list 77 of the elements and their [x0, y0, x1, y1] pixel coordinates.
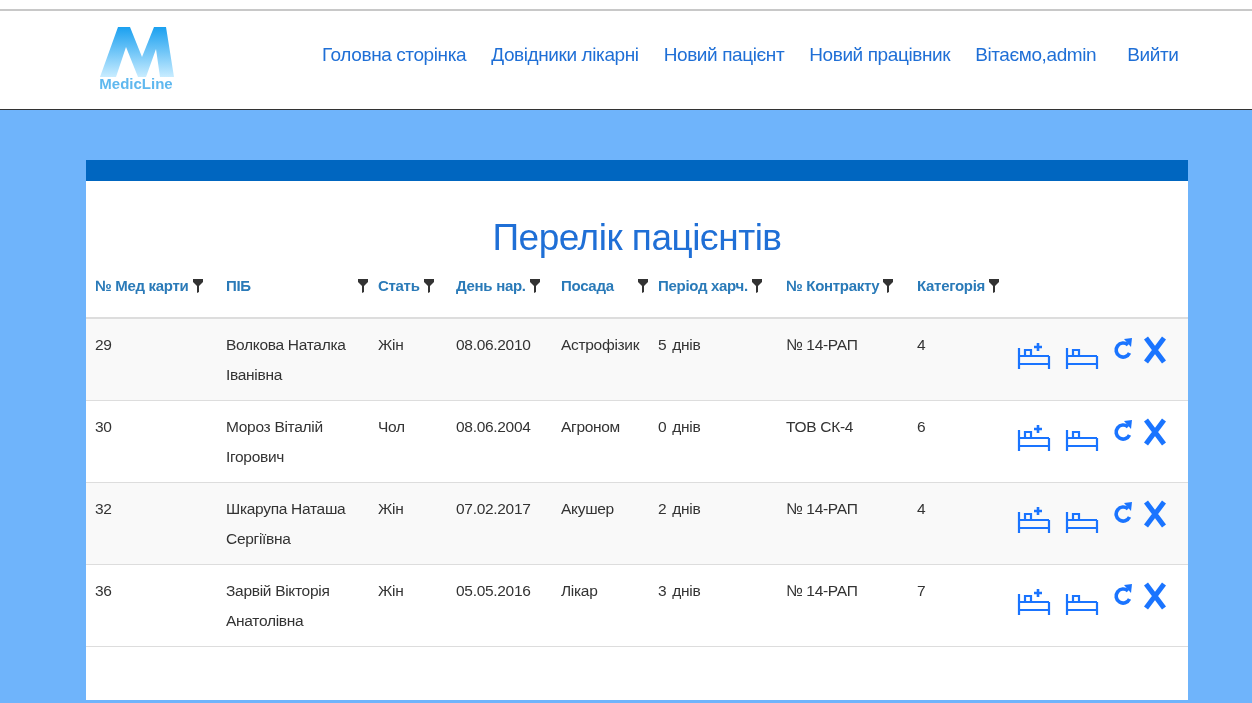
table-cell: 05.05.2016 [456, 582, 531, 599]
table-cell: 08.06.2010 [456, 336, 531, 353]
bed-icon[interactable] [1065, 346, 1099, 370]
table-cell: 0 [658, 418, 667, 435]
column-header[interactable]: № Контракту [786, 277, 880, 294]
table-cell: 4 [917, 336, 926, 353]
delete-icon[interactable] [1143, 418, 1167, 446]
bed-icon[interactable] [1065, 510, 1099, 534]
column-header[interactable]: Категорія [917, 277, 985, 294]
filter-icon[interactable] [883, 278, 894, 293]
table-cell: Мороз Віталій Ігорович [226, 418, 323, 465]
table-cell: 4 [917, 500, 926, 517]
nav-link[interactable]: Новий пацієнт [663, 44, 785, 66]
table-cell: № 14-РАП [786, 582, 858, 599]
table-cell: 7 [917, 582, 926, 599]
table-cell: Чол [378, 418, 405, 435]
table-cell: 36 [95, 582, 112, 599]
column-header[interactable]: Період харч. [658, 277, 748, 294]
table-cell: Жін [378, 336, 404, 353]
unit-label: днів [671, 336, 702, 353]
bed-icon[interactable] [1065, 428, 1099, 452]
table-cell: Лікар [561, 582, 598, 599]
filter-icon[interactable] [529, 278, 540, 293]
filter-icon[interactable] [358, 278, 368, 293]
refresh-icon[interactable] [1113, 500, 1133, 526]
table-cell: 2 [658, 500, 667, 517]
table-cell: 32 [95, 500, 112, 517]
filter-icon[interactable] [751, 278, 762, 293]
bed-plus-icon[interactable] [1017, 506, 1051, 534]
nav-link[interactable]: Головна сторінка [322, 44, 467, 66]
filter-icon[interactable] [192, 278, 203, 293]
table-cell: 07.02.2017 [456, 500, 531, 517]
page-title: Перелік пацієнтів [491, 217, 783, 259]
delete-icon[interactable] [1143, 582, 1167, 610]
bed-plus-icon[interactable] [1017, 588, 1051, 616]
table-cell: Акушер [561, 500, 614, 517]
column-header[interactable]: Стать [378, 277, 420, 294]
table-cell: № 14-РАП [786, 336, 858, 353]
table-cell: 3 [658, 582, 667, 599]
bed-plus-icon[interactable] [1017, 424, 1051, 452]
nav-link[interactable]: Вийти [1127, 44, 1179, 66]
filter-icon[interactable] [988, 278, 999, 293]
nav-link[interactable]: Вітаємо,admin [975, 44, 1097, 66]
unit-label: днів [671, 582, 702, 599]
refresh-icon[interactable] [1113, 582, 1133, 608]
table-cell: Зарвій Вікторія Анатолівна [226, 582, 330, 629]
refresh-icon[interactable] [1113, 418, 1133, 444]
filter-icon[interactable] [423, 278, 434, 293]
nav-link[interactable]: Новий працівник [809, 44, 951, 66]
column-header[interactable]: Посада [561, 277, 614, 294]
table-cell: Астрофізик [561, 336, 640, 353]
column-header[interactable]: ПІБ [226, 277, 251, 294]
logo-text: MedicLine [99, 75, 173, 92]
delete-icon[interactable] [1143, 336, 1167, 364]
unit-label: днів [671, 500, 702, 517]
table-cell: ТОВ СК-4 [786, 418, 854, 435]
table-cell: Агроном [561, 418, 620, 435]
table-cell: Волкова Наталка Іванівна [226, 336, 346, 383]
unit-label: днів [671, 418, 702, 435]
column-header[interactable]: № Мед карти [95, 277, 189, 294]
nav-link[interactable]: Довідники лікарні [491, 44, 639, 66]
bed-plus-icon[interactable] [1017, 342, 1051, 370]
refresh-icon[interactable] [1113, 336, 1133, 362]
table-cell: 5 [658, 336, 667, 353]
table-cell: 08.06.2004 [456, 418, 531, 435]
bed-icon[interactable] [1065, 592, 1099, 616]
filter-icon[interactable] [638, 278, 648, 293]
table-cell: Жін [378, 500, 404, 517]
column-header[interactable]: День нар. [456, 277, 526, 294]
logo-icon [98, 27, 174, 77]
table-cell: Шкарупа Наташа Сергіївна [226, 500, 346, 547]
table-cell: № 14-РАП [786, 500, 858, 517]
table-cell: Жін [378, 582, 404, 599]
delete-icon[interactable] [1143, 500, 1167, 528]
table-cell: 30 [95, 418, 112, 435]
table-cell: 6 [917, 418, 926, 435]
table-cell: 29 [95, 336, 112, 353]
